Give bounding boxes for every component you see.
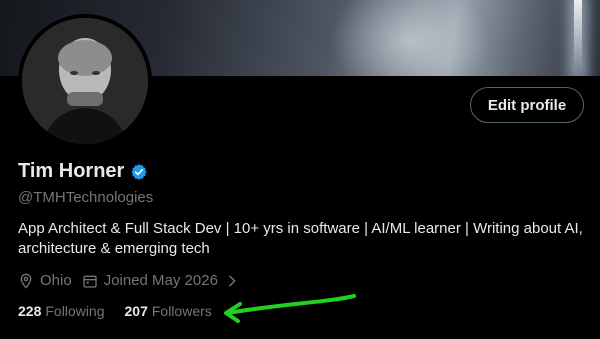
profile-meta: Ohio Joined May 2026 [18, 272, 240, 289]
avatar-portrait-image [22, 18, 148, 144]
followers-link[interactable]: 207 Followers [125, 303, 212, 319]
profile-bio: App Architect & Full Stack Dev | 10+ yrs… [18, 220, 583, 257]
followers-count: 207 [124, 303, 148, 319]
display-name: Tim Horner [18, 160, 125, 182]
following-count: 228 [18, 303, 42, 319]
location-item: Ohio [18, 272, 72, 289]
verified-badge-icon[interactable] [130, 163, 148, 181]
follow-stats: 228 Following 207 Followers [18, 303, 212, 319]
following-label: Following [45, 303, 105, 319]
edit-profile-button[interactable]: Edit profile [470, 87, 584, 123]
location-text: Ohio [40, 272, 72, 289]
calendar-icon [82, 273, 98, 289]
display-name-row: Tim Horner [18, 160, 148, 183]
joined-item[interactable]: Joined May 2026 [82, 272, 240, 289]
joined-text: Joined May 2026 [103, 272, 218, 289]
following-link[interactable]: 228 Following [18, 303, 105, 319]
username-handle: @TMHTechnologies [18, 189, 154, 206]
chevron-right-icon[interactable] [224, 273, 240, 289]
followers-label: Followers [151, 303, 212, 319]
location-pin-icon [18, 273, 34, 289]
annotation-arrow [224, 294, 356, 323]
avatar[interactable] [18, 14, 152, 148]
